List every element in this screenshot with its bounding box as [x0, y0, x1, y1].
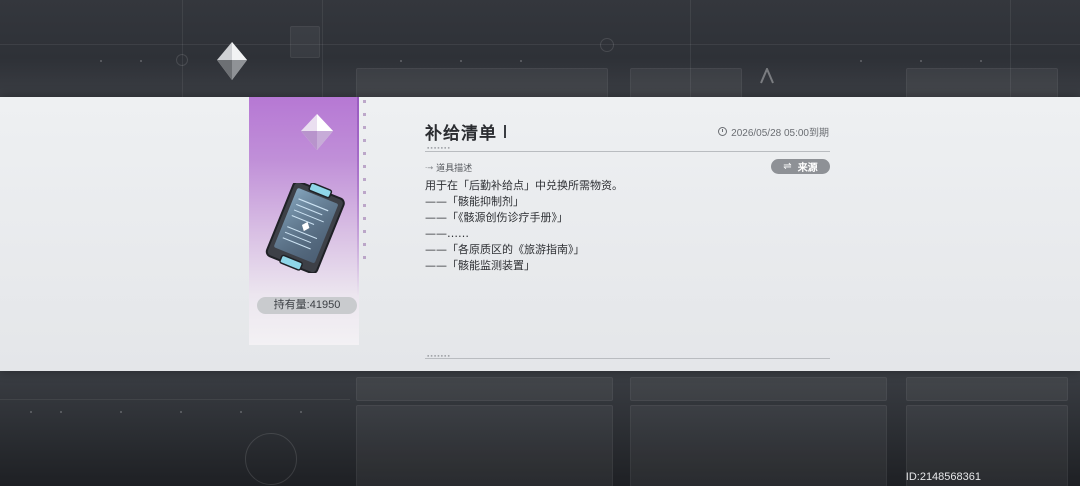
gem-icon: [301, 114, 333, 150]
description-line: ——「各原质区的《旅游指南》」: [425, 243, 585, 256]
divider-top-tag: ▪▪▪▪▪▪▪: [427, 145, 451, 150]
card-side-marks: [362, 100, 368, 260]
section-marker-icon: ·→: [425, 163, 434, 172]
description-line: ——「《骸源创伤诊疗手册》」: [425, 211, 568, 224]
expire-time: 2026/05/28 05:00到期: [718, 124, 829, 139]
item-count: 持有量:41950: [257, 297, 357, 314]
description-line: ——「骸能抑制剂」: [425, 195, 524, 208]
background-top: [0, 0, 1080, 97]
background-gem-icon: [217, 42, 247, 80]
clock-icon: [718, 127, 728, 136]
description-line: ——「骸能监测装置」: [425, 259, 535, 272]
section-label: ·→ 道具描述: [425, 161, 473, 175]
card-stripe: [357, 97, 359, 297]
divider-bottom: [425, 358, 830, 359]
description-line: ——……: [425, 227, 469, 240]
item-title: 补给清单: [425, 124, 497, 144]
background-bottom: [0, 371, 1080, 486]
section-label-text: 道具描述: [436, 164, 473, 174]
item-description: 用于在「后勤补给点」中兑换所需物资。 ——「骸能抑制剂」 ——「《骸源创伤诊疗手…: [425, 178, 825, 274]
source-button-label: 来源: [797, 163, 818, 174]
supply-list-item-icon: [265, 183, 345, 273]
source-button[interactable]: ⇌ 来源: [771, 159, 830, 174]
title-cursor-bar: [504, 125, 506, 138]
background-logo-icon: [760, 68, 774, 84]
expire-text: 2026/05/28 05:00到期: [731, 128, 829, 139]
divider-top: [425, 151, 830, 152]
swap-icon: ⇌: [783, 161, 792, 172]
user-id-label: ID:2148568361: [905, 471, 981, 483]
description-line: 用于在「后勤补给点」中兑换所需物资。: [425, 179, 623, 192]
